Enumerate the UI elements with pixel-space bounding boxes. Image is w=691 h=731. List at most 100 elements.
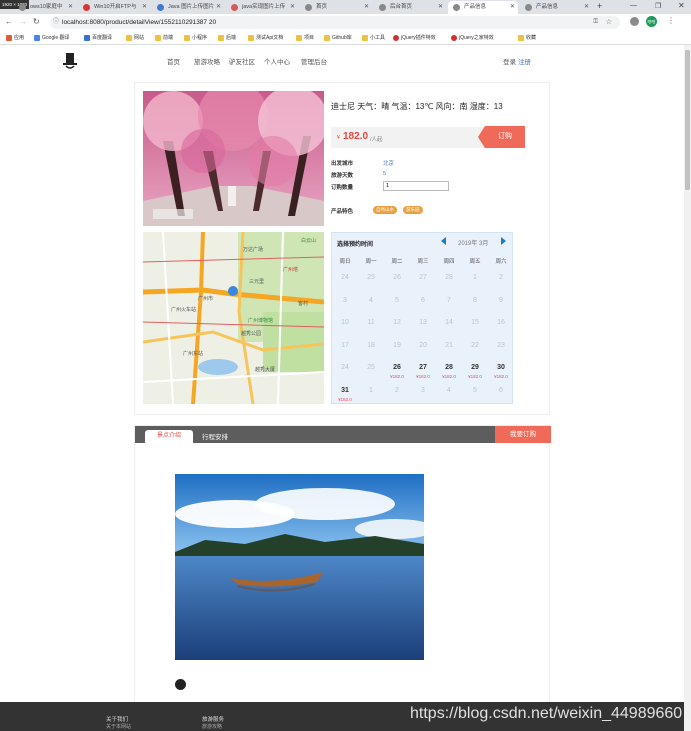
bookmark-item[interactable]: 项目 bbox=[296, 34, 314, 42]
calendar-day: 9 bbox=[499, 296, 503, 304]
calendar-day[interactable]: 28 bbox=[436, 364, 462, 371]
calendar-day: 14 bbox=[445, 319, 453, 326]
days-label: 旅游天数 bbox=[331, 173, 354, 179]
folder-icon bbox=[296, 35, 302, 41]
extension-icon[interactable] bbox=[630, 17, 639, 26]
site-logo-icon[interactable] bbox=[62, 51, 78, 71]
map-label: 三元里 bbox=[249, 279, 265, 285]
close-tab-icon[interactable]: ✕ bbox=[438, 1, 443, 14]
reload-icon[interactable]: ↻ bbox=[33, 17, 40, 26]
calendar-day: 16 bbox=[497, 319, 505, 326]
close-tab-icon[interactable]: ✕ bbox=[290, 1, 295, 14]
tab-attraction-intro[interactable]: 景点介绍 bbox=[145, 430, 193, 443]
nav-guides[interactable]: 旅游攻略 bbox=[194, 56, 220, 66]
bookmark-item[interactable]: 前端 bbox=[155, 34, 173, 42]
weekday-header: 周六 bbox=[495, 259, 507, 265]
quantity-input[interactable] bbox=[383, 181, 449, 191]
browser-tab[interactable]: Win10开启FTP与 ✕ bbox=[78, 1, 150, 14]
bookmark-item[interactable]: 百度翻译 bbox=[84, 34, 112, 42]
bookmark-item[interactable]: Google 翻译 bbox=[34, 34, 70, 42]
calendar-day: 1 bbox=[473, 274, 477, 281]
map-label: 广州市 bbox=[198, 296, 214, 302]
footer-col2-link[interactable]: 旅游攻略 bbox=[202, 723, 222, 730]
product-title: 迪士尼 天气：晴 气温：13℃ 风向：南 湿度：13 bbox=[331, 102, 503, 111]
bookmark-item[interactable]: jQuery之家特效 bbox=[451, 34, 494, 42]
restore-icon[interactable]: ❐ bbox=[655, 2, 661, 10]
forward-icon[interactable]: → bbox=[19, 17, 27, 26]
map-label: 广州火车站 bbox=[171, 307, 197, 313]
browser-tab[interactable]: 首页 ✕ bbox=[300, 1, 372, 14]
browser-tab[interactable]: java实现图片上传 ✕ bbox=[226, 1, 298, 14]
browser-tab[interactable]: 产品信息 ✕ bbox=[520, 1, 592, 14]
close-tab-icon[interactable]: ✕ bbox=[364, 1, 369, 14]
calendar-day[interactable]: 31 bbox=[332, 387, 358, 394]
calendar-day: 22 bbox=[471, 341, 479, 349]
nav-profile[interactable]: 个人中心 bbox=[264, 56, 290, 66]
calendar-day-price: ¥182.0 bbox=[390, 374, 404, 379]
calendar-day[interactable]: 26 bbox=[384, 364, 410, 371]
calendar-day: 26 bbox=[393, 274, 401, 281]
minimize-icon[interactable]: — bbox=[630, 2, 637, 9]
close-tab-icon[interactable]: ✕ bbox=[216, 1, 221, 14]
browser-tab[interactable]: Java 图片上传图片 ✕ bbox=[152, 1, 224, 14]
buy-button[interactable]: 订购 bbox=[478, 126, 525, 148]
browser-toolbar: ← → ↻ ⓘ localhost:8080/product/detailVie… bbox=[0, 14, 691, 32]
bookmark-item[interactable]: 网站 bbox=[126, 34, 144, 42]
page-icon bbox=[157, 4, 164, 11]
weekday-header: 周五 bbox=[469, 259, 481, 265]
close-tab-icon[interactable]: ✕ bbox=[510, 1, 515, 14]
footer-col1-link[interactable]: 关于本网站 bbox=[106, 723, 131, 730]
close-window-icon[interactable]: ✕ bbox=[678, 1, 685, 10]
profile-avatar[interactable]: 哈哈 bbox=[646, 16, 657, 27]
bookmark-item[interactable]: 小程序 bbox=[184, 34, 207, 42]
bookmark-apps[interactable]: 应用 bbox=[6, 34, 24, 42]
tab-title: 产品信息 bbox=[464, 4, 487, 10]
bookmark-item[interactable]: 测试Api文档 bbox=[248, 34, 283, 42]
browser-tab-active[interactable]: 产品信息 ✕ bbox=[448, 1, 518, 14]
calendar-day: 7 bbox=[447, 296, 451, 304]
bookmark-item[interactable]: 收藏 bbox=[518, 34, 536, 42]
login-link[interactable]: 登录 bbox=[503, 56, 516, 66]
browser-tab[interactable]: 后台首页 ✕ bbox=[374, 1, 446, 14]
calendar-day: 11 bbox=[367, 319, 375, 326]
close-tab-icon[interactable]: ✕ bbox=[142, 1, 147, 14]
calendar-day-price: ¥182.0 bbox=[338, 396, 352, 402]
order-button[interactable]: 我要订购 bbox=[495, 426, 551, 443]
calendar-day: 27 bbox=[419, 274, 427, 281]
location-map[interactable]: 万达广场 白云山 广州塔 三元里 广州火车站 广州市 广州博物馆 越秀公园 广州… bbox=[143, 232, 324, 404]
nav-home[interactable]: 首页 bbox=[167, 56, 180, 66]
tab-title: ows10家庭中 bbox=[30, 4, 63, 10]
nav-admin[interactable]: 管理后台 bbox=[301, 56, 327, 66]
menu-icon[interactable]: ⋮ bbox=[667, 16, 675, 25]
calendar-day: 24 bbox=[341, 274, 349, 281]
tab-itinerary[interactable]: 行程安排 bbox=[202, 431, 228, 441]
calendar-day: 6 bbox=[421, 296, 425, 304]
key-icon[interactable]: ⚿ bbox=[593, 16, 598, 29]
bookmark-item[interactable]: 后端 bbox=[218, 34, 236, 42]
globe-icon bbox=[453, 4, 460, 11]
star-icon[interactable]: ☆ bbox=[606, 16, 612, 29]
page-scrollbar[interactable] bbox=[684, 45, 691, 731]
bookmark-item[interactable]: Github库 bbox=[324, 34, 352, 42]
footer-col2-title: 旅游服务 bbox=[202, 717, 225, 723]
close-tab-icon[interactable]: ✕ bbox=[68, 1, 73, 14]
calendar-day[interactable]: 30 bbox=[488, 364, 514, 371]
bookmark-item[interactable]: 小工具 bbox=[362, 34, 385, 42]
prev-month-icon[interactable] bbox=[441, 237, 446, 245]
tab-title: Win10开启FTP与 bbox=[94, 4, 137, 10]
back-icon[interactable]: ← bbox=[5, 17, 13, 26]
new-tab-icon[interactable]: + bbox=[597, 1, 602, 11]
browser-tab[interactable]: ows10家庭中 ✕ bbox=[14, 1, 76, 14]
address-bar[interactable]: ⓘ localhost:8080/product/detailView/1552… bbox=[50, 16, 620, 29]
features-label: 产品特色 bbox=[331, 209, 354, 215]
register-link[interactable]: 注册 bbox=[518, 56, 531, 66]
nav-community[interactable]: 驴友社区 bbox=[229, 56, 255, 66]
calendar-day[interactable]: 27 bbox=[410, 364, 436, 371]
bookmark-item[interactable]: jQuery插件特效 bbox=[393, 34, 436, 42]
scrollbar-thumb[interactable] bbox=[685, 50, 690, 190]
bookmarks-bar: 应用 Google 翻译 百度翻译 网站 前端 小程序 后端 测试Api文档 项… bbox=[0, 32, 691, 45]
calendar-day[interactable]: 29 bbox=[462, 364, 488, 371]
depart-label: 出发城市 bbox=[331, 161, 354, 167]
close-tab-icon[interactable]: ✕ bbox=[584, 1, 589, 14]
next-month-icon[interactable] bbox=[501, 237, 506, 245]
